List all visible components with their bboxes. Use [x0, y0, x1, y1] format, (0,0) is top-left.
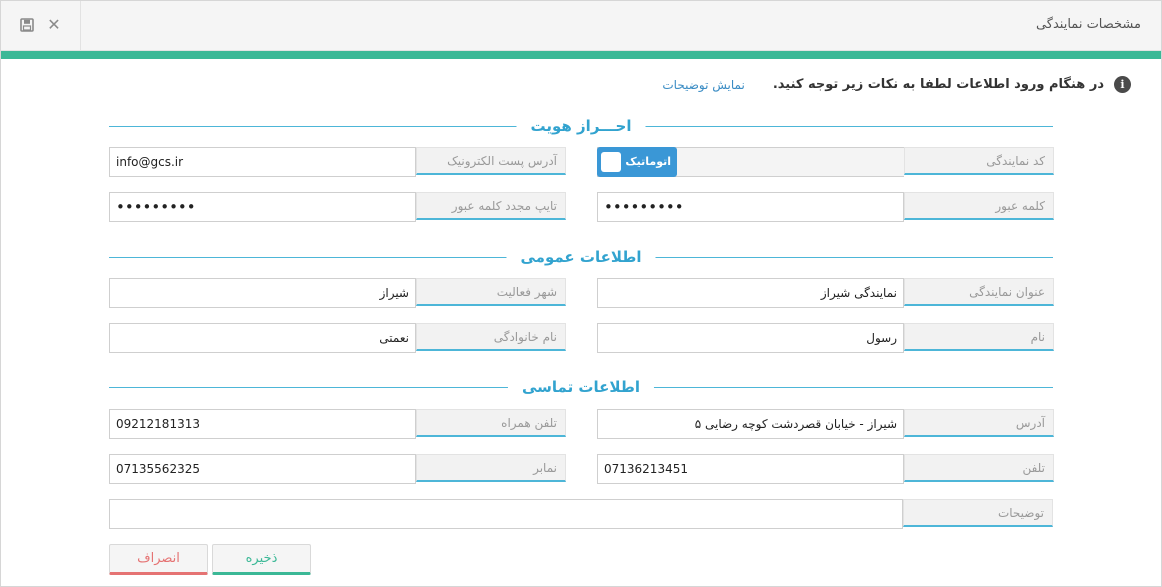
- save-button[interactable]: ذخیره: [212, 544, 311, 575]
- section-title-general: اطلاعات عمومی: [506, 247, 656, 267]
- phone-input[interactable]: 07136213451: [597, 454, 904, 484]
- show-description-link[interactable]: نمایش توضیحات: [662, 78, 744, 92]
- email-input[interactable]: info@gcs.ir: [109, 147, 416, 177]
- mobile-input[interactable]: 09212181313: [109, 409, 416, 439]
- title-bar: ✕ مشخصات نمایندگی: [1, 1, 1161, 51]
- floppy-disk-icon[interactable]: [17, 15, 37, 35]
- toggle-knob: [601, 152, 621, 172]
- password-input[interactable]: •••••••••: [597, 192, 904, 222]
- last-name-label: نام خانوادگی: [416, 323, 566, 351]
- auto-toggle-label: اتوماتیک: [625, 155, 671, 168]
- first-name-label: نام: [904, 323, 1054, 351]
- address-label: آدرس: [904, 409, 1054, 437]
- fax-input[interactable]: 07135562325: [109, 454, 416, 484]
- address-input[interactable]: شیراز - خیابان قصردشت کوچه رضایی ۵: [597, 409, 904, 439]
- agency-details-window: ✕ مشخصات نمایندگی i در هنگام ورود اطلاعا…: [0, 0, 1162, 587]
- phone-field: تلفن 07136213451: [597, 454, 1054, 485]
- window-controls: ✕: [1, 1, 81, 51]
- mobile-field: تلفن همراه 09212181313: [109, 409, 566, 440]
- agency-code-label: کد نمایندگی: [904, 147, 1054, 175]
- first-name-field: نام رسول: [597, 323, 1054, 354]
- close-icon[interactable]: ✕: [44, 15, 64, 35]
- window-title: مشخصات نمایندگی: [1035, 17, 1141, 32]
- fax-label: نمابر: [416, 454, 566, 482]
- agency-code-field: کد نمایندگی اتوماتیک: [597, 147, 1054, 178]
- password-field: کلمه عبور •••••••••: [597, 192, 1054, 223]
- accent-bar: [1, 51, 1161, 59]
- last-name-input[interactable]: نعمتی: [109, 323, 416, 353]
- auto-toggle[interactable]: اتوماتیک: [597, 147, 677, 177]
- description-field: توضیحات: [109, 499, 1053, 530]
- description-label: توضیحات: [903, 499, 1053, 527]
- password-label: کلمه عبور: [904, 192, 1054, 220]
- fax-field: نمابر 07135562325: [109, 454, 566, 485]
- agency-title-label: عنوان نمایندگی: [904, 278, 1054, 306]
- password-confirm-label: تایپ مجدد کلمه عبور: [416, 192, 566, 220]
- address-field: آدرس شیراز - خیابان قصردشت کوچه رضایی ۵: [597, 409, 1054, 440]
- section-title-contact: اطلاعات تماسی: [507, 377, 655, 397]
- last-name-field: نام خانوادگی نعمتی: [109, 323, 566, 354]
- notice-text: در هنگام ورود اطلاعات لطفا به نکات زیر ت…: [772, 77, 1104, 92]
- activity-city-input[interactable]: شیراز: [109, 278, 416, 308]
- notice-bar: i در هنگام ورود اطلاعات لطفا به نکات زیر…: [662, 76, 1131, 93]
- cancel-button[interactable]: انصراف: [109, 544, 208, 575]
- info-icon: i: [1114, 76, 1131, 93]
- password-confirm-field: تایپ مجدد کلمه عبور •••••••••: [109, 192, 566, 223]
- agency-code-input[interactable]: اتوماتیک: [597, 147, 904, 177]
- activity-city-label: شهر فعالیت: [416, 278, 566, 306]
- description-input[interactable]: [109, 499, 903, 529]
- phone-label: تلفن: [904, 454, 1054, 482]
- first-name-input[interactable]: رسول: [597, 323, 904, 353]
- mobile-label: تلفن همراه: [416, 409, 566, 437]
- section-contact: اطلاعات تماسی: [109, 377, 1053, 397]
- password-confirm-input[interactable]: •••••••••: [109, 192, 416, 222]
- email-label: آدرس پست الکترونیک: [416, 147, 566, 175]
- agency-title-input[interactable]: نمایندگی شیراز: [597, 278, 904, 308]
- section-identity: احـــراز هویت: [109, 116, 1053, 136]
- section-general: اطلاعات عمومی: [109, 247, 1053, 267]
- section-title-identity: احـــراز هویت: [516, 116, 646, 136]
- email-field: آدرس پست الکترونیک info@gcs.ir: [109, 147, 566, 178]
- activity-city-field: شهر فعالیت شیراز: [109, 278, 566, 309]
- agency-title-field: عنوان نمایندگی نمایندگی شیراز: [597, 278, 1054, 309]
